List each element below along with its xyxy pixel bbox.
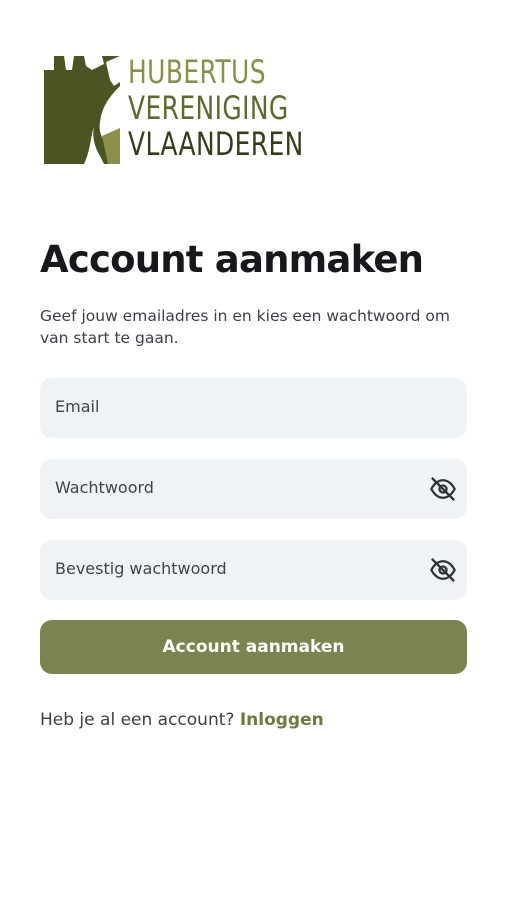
login-link[interactable]: Inloggen	[240, 710, 324, 730]
eye-off-icon[interactable]	[429, 556, 457, 584]
brand-line-3: VLAANDEREN	[128, 125, 304, 163]
page-title: Account aanmaken	[40, 238, 424, 281]
create-account-button[interactable]: Account aanmaken	[40, 620, 467, 674]
brand-logo: HUBERTUS VERENIGING VLAANDEREN	[44, 54, 303, 166]
confirm-password-field[interactable]: Bevestig wachtwoord	[40, 540, 467, 600]
email-placeholder: Email	[55, 397, 100, 416]
brand-wordmark: HUBERTUS VERENIGING VLAANDEREN	[128, 53, 304, 163]
deer-logo-icon	[44, 56, 120, 164]
confirm-password-placeholder: Bevestig wachtwoord	[55, 559, 227, 578]
eye-off-icon[interactable]	[429, 475, 457, 503]
password-field[interactable]: Wachtwoord	[40, 459, 467, 519]
login-prompt-row: Heb je al een account? Inloggen	[40, 710, 324, 730]
login-prompt-text: Heb je al een account?	[40, 710, 235, 730]
password-placeholder: Wachtwoord	[55, 478, 154, 497]
page-subtitle: Geef jouw emailadres in en kies een wach…	[40, 307, 451, 347]
email-field[interactable]: Email	[40, 378, 467, 438]
brand-line-2: VERENIGING	[128, 89, 289, 127]
brand-line-1: HUBERTUS	[128, 53, 266, 91]
